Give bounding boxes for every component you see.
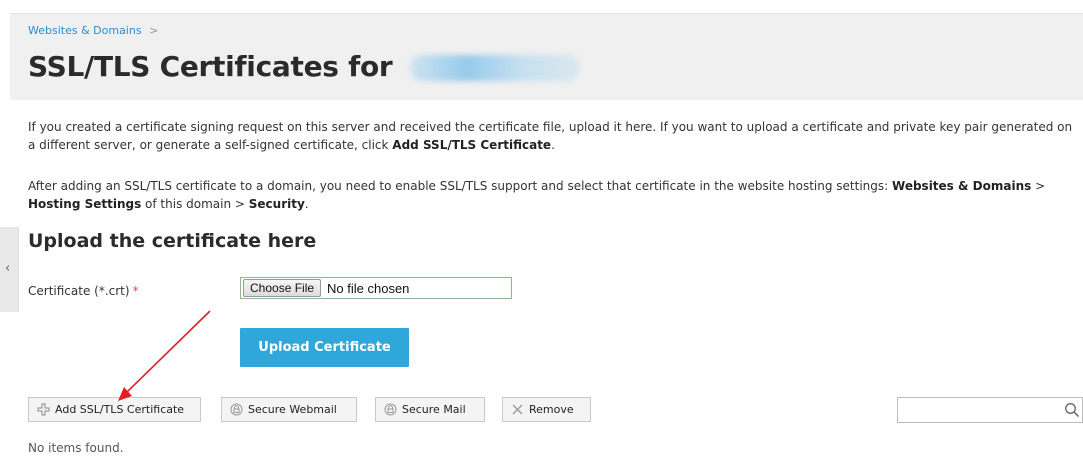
search-input[interactable] bbox=[902, 399, 1052, 421]
secure-mail-button[interactable]: Secure Mail bbox=[375, 397, 485, 422]
page-title-text: SSL/TLS Certificates for bbox=[28, 50, 393, 83]
intro-paragraph-upload: If you created a certificate signing req… bbox=[28, 118, 1078, 154]
hosting-end: . bbox=[304, 197, 309, 211]
search-field[interactable] bbox=[897, 397, 1083, 423]
certificate-field-label: Certificate (*.crt) * bbox=[28, 284, 139, 298]
hosting-separator: > bbox=[1031, 179, 1046, 193]
add-ssl-certificate-button[interactable]: Add SSL/TLS Certificate bbox=[28, 397, 201, 422]
hosting-bold-websites-domains: Websites & Domains bbox=[892, 179, 1032, 193]
blurred-domain-name bbox=[409, 55, 580, 81]
file-status-text: No file chosen bbox=[327, 280, 410, 296]
certificate-file-input[interactable]: Choose File No file chosen bbox=[240, 277, 512, 299]
plus-outline-icon bbox=[37, 403, 50, 416]
lock-circle-icon bbox=[384, 403, 397, 416]
chevron-left-icon: ‹ bbox=[5, 261, 11, 276]
breadcrumb-link-websites-domains[interactable]: Websites & Domains bbox=[28, 24, 142, 37]
lock-circle-icon bbox=[230, 403, 243, 416]
choose-file-button[interactable]: Choose File bbox=[243, 279, 322, 297]
hosting-bold-security: Security bbox=[248, 197, 305, 211]
page-title: SSL/TLS Certificates for bbox=[28, 50, 580, 83]
x-cross-icon bbox=[511, 403, 524, 416]
remove-button[interactable]: Remove bbox=[502, 397, 591, 422]
certificate-label-text: Certificate (*.crt) bbox=[28, 284, 130, 298]
breadcrumb-separator: > bbox=[149, 24, 159, 37]
upload-certificate-button[interactable]: Upload Certificate bbox=[240, 328, 409, 367]
hosting-bold-hosting-settings: Hosting Settings bbox=[28, 197, 142, 211]
secure-webmail-label: Secure Webmail bbox=[248, 403, 337, 416]
add-ssl-certificate-label: Add SSL/TLS Certificate bbox=[55, 403, 185, 416]
intro-end: . bbox=[551, 138, 555, 152]
hosting-text-mid: of this domain > bbox=[141, 197, 249, 211]
secure-webmail-button[interactable]: Secure Webmail bbox=[221, 397, 357, 422]
secure-mail-label: Secure Mail bbox=[402, 403, 466, 416]
sidebar-collapse-handle[interactable]: ‹ bbox=[0, 227, 19, 312]
required-mark: * bbox=[132, 284, 139, 298]
hosting-text: After adding an SSL/TLS certificate to a… bbox=[28, 179, 893, 193]
intro-paragraph-hosting: After adding an SSL/TLS certificate to a… bbox=[28, 177, 1078, 213]
empty-list-message: No items found. bbox=[28, 441, 124, 455]
magnifier-icon[interactable] bbox=[1064, 402, 1080, 422]
upload-section-heading: Upload the certificate here bbox=[28, 230, 317, 252]
intro-bold-add-certificate: Add SSL/TLS Certificate bbox=[392, 138, 552, 152]
remove-label: Remove bbox=[529, 403, 574, 416]
breadcrumb: Websites & Domains > bbox=[28, 24, 158, 37]
